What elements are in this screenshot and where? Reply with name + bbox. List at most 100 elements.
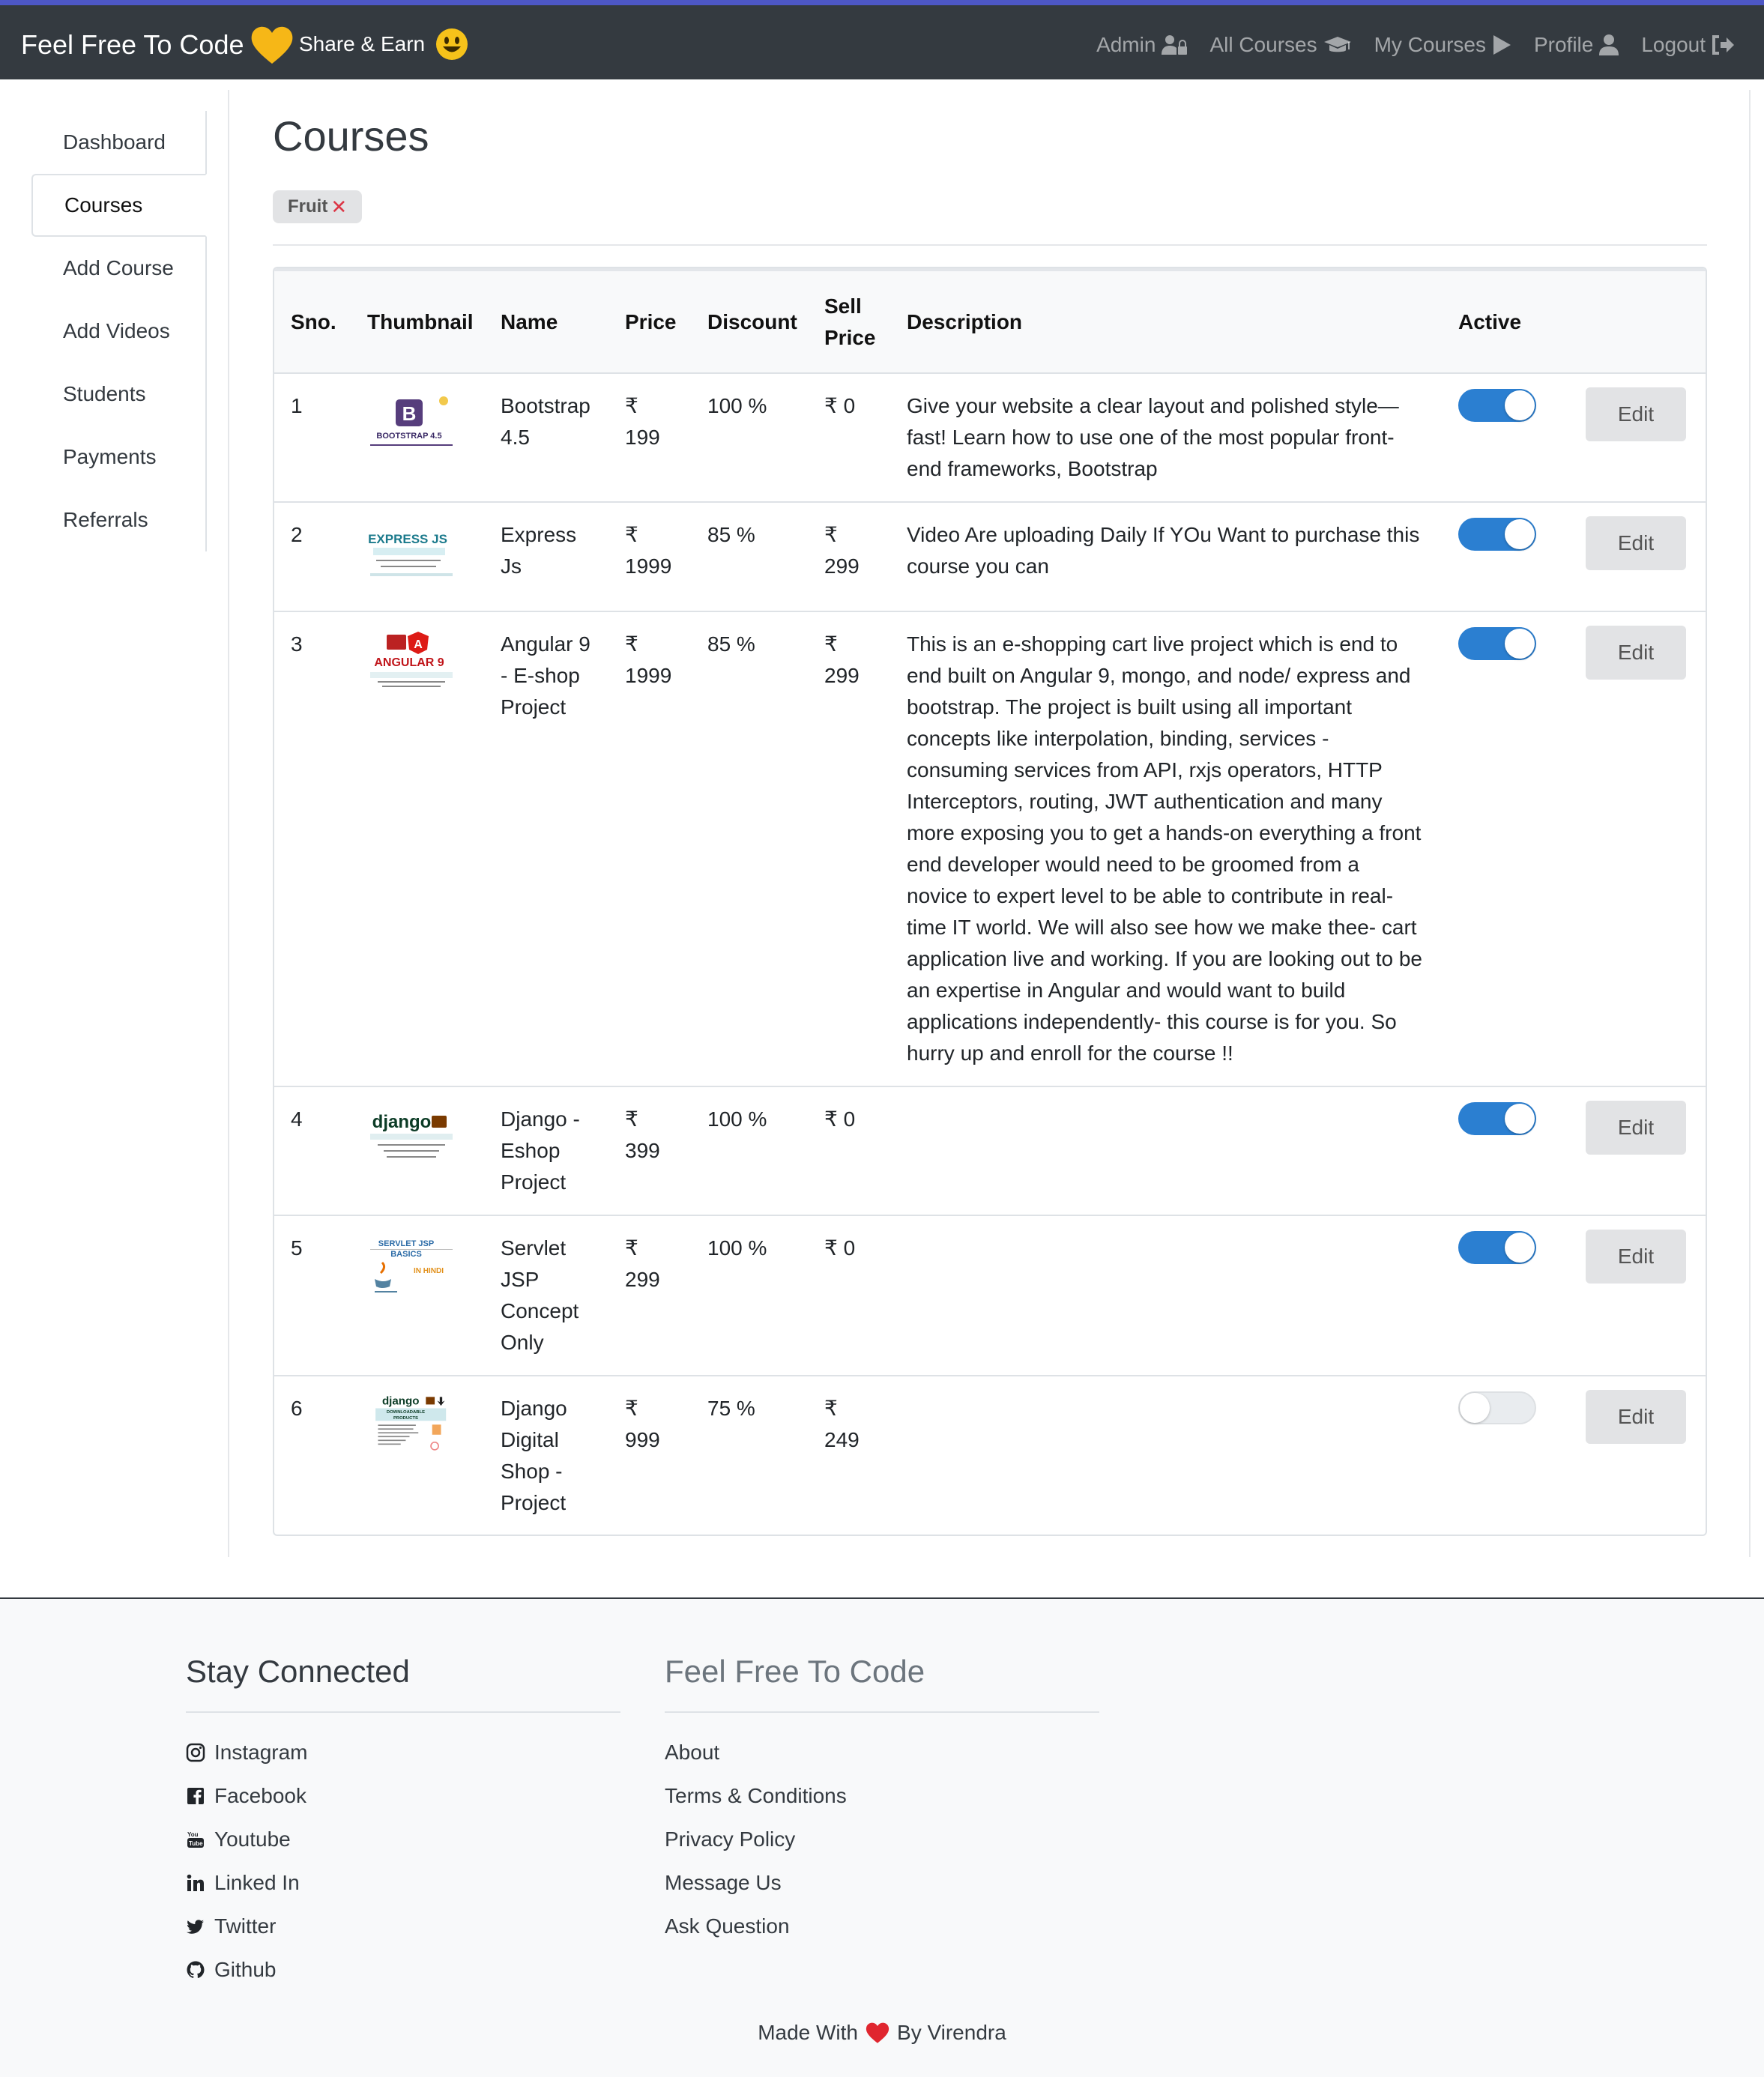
cell-actions: Edit [1569,1215,1706,1376]
sidebar-item-referrals[interactable]: Referrals [31,489,207,551]
brand-link[interactable]: Feel Free To Code [21,25,294,65]
table-row: 3 A ANGULAR 9 Angular 9 - E-shop Project… [274,611,1706,1086]
graduation-cap-icon [1323,37,1351,52]
table-row: 6 django DOWNLOADABLE PRODUCTS Django Di… [274,1375,1706,1535]
nav-all-courses[interactable]: All Courses [1209,29,1351,61]
cell-sell-price: ₹ 0 [808,372,890,502]
brand-name: Feel Free To Code [21,29,244,60]
footer-link-ask-question[interactable]: Ask Question [665,1905,1099,1948]
footer-link-label: Ask Question [665,1914,790,1938]
cell-description: Video Are uploading Daily If YOu Want to… [890,501,1442,611]
col-sno: Sno. [291,309,336,333]
nav-logout[interactable]: Logout [1641,29,1734,61]
sidebar-divider [228,90,229,1557]
cell-actions: Edit [1569,372,1706,502]
svg-text:You: You [187,1831,199,1838]
sidebar-nav: Dashboard Courses Add Course Add Videos … [31,111,207,551]
edit-button[interactable]: Edit [1586,1390,1686,1444]
remove-filter-icon[interactable]: ✕ [330,193,347,222]
cell-active [1442,501,1569,611]
nav-my-courses-label: My Courses [1374,33,1486,56]
cell-thumbnail: django DOWNLOADABLE PRODUCTS [351,1375,484,1535]
footer-link-twitter[interactable]: Twitter [186,1905,620,1948]
active-toggle[interactable] [1458,1231,1536,1264]
sidebar-item-dashboard[interactable]: Dashboard [31,111,207,174]
edit-button[interactable]: Edit [1586,1230,1686,1284]
footer-link-github[interactable]: Github [186,1948,620,1992]
col-discount: Discount [707,309,797,333]
sidebar-item-label: Add Videos [63,319,170,342]
filter-badge[interactable]: Fruit ✕ [273,190,363,223]
sidebar-item-students[interactable]: Students [31,363,207,426]
cell-active [1442,611,1569,1086]
table-row: 1 B BOOTSTRAP 4.5 Bootstrap 4.5 ₹ 199 10… [274,372,1706,502]
cell-sell-price: ₹ 0 [808,1215,890,1376]
footer-link-message[interactable]: Message Us [665,1861,1099,1905]
table-row: 4 django Django - Eshop Project ₹ 399 10… [274,1086,1706,1215]
svg-text:SERVLET JSP: SERVLET JSP [378,1239,434,1248]
cell-discount: 100 % [691,372,808,502]
github-icon [187,1961,205,1979]
col-thumbnail: Thumbnail [367,309,474,333]
cell-actions: Edit [1569,611,1706,1086]
footer-link-linkedin[interactable]: Linked In [186,1861,620,1905]
active-toggle[interactable] [1458,1102,1536,1135]
cell-actions: Edit [1569,501,1706,611]
footer-link-about[interactable]: About [665,1731,1099,1774]
edit-button[interactable]: Edit [1586,1101,1686,1155]
footer-link-youtube[interactable]: You Tube Youtube [186,1818,620,1861]
courses-table: Sno. Thumbnail Name Price Discount Sell … [274,268,1706,1535]
footer-link-facebook[interactable]: Facebook [186,1774,620,1818]
cell-description: This is an e-shopping cart live project … [890,611,1442,1086]
active-toggle[interactable] [1458,389,1536,422]
cell-active [1442,1215,1569,1376]
cell-sno: 4 [274,1086,351,1215]
cell-thumbnail: SERVLET JSP BASICS IN HINDI [351,1215,484,1376]
user-icon [1599,34,1619,55]
heart-icon [866,2022,889,2043]
heart-icon [251,26,292,64]
nav-admin-label: Admin [1096,33,1156,56]
svg-text:django: django [372,1112,432,1132]
footer-link-terms[interactable]: Terms & Conditions [665,1774,1099,1818]
expressjs-thumbnail: EXPRESS JS [364,521,459,584]
share-earn-link[interactable]: Share & Earn [299,28,468,61]
footer-link-privacy[interactable]: Privacy Policy [665,1818,1099,1861]
share-earn-label: Share & Earn [299,32,426,55]
active-toggle[interactable] [1458,627,1536,660]
made-with-credit: Made With By Virendra [0,2017,1764,2049]
table-row: 5 SERVLET JSP BASICS IN HINDI Servlet JS… [274,1215,1706,1376]
cell-name: Django - Eshop Project [484,1086,608,1215]
edit-button[interactable]: Edit [1586,387,1686,441]
footer-link-instagram[interactable]: Instagram [186,1731,620,1774]
cell-thumbnail: B BOOTSTRAP 4.5 [351,372,484,502]
toggle-knob [1505,390,1535,420]
bootstrap-thumbnail: B BOOTSTRAP 4.5 [364,392,459,455]
edit-button[interactable]: Edit [1586,626,1686,680]
divider [273,244,1707,246]
cell-discount: 75 % [691,1375,808,1535]
svg-text:PRODUCTS: PRODUCTS [393,1416,418,1421]
sidebar-item-add-course[interactable]: Add Course [31,237,207,300]
sidebar-item-payments[interactable]: Payments [31,426,207,489]
cell-description: Give your website a clear layout and pol… [890,372,1442,502]
cell-price: ₹ 399 [608,1086,691,1215]
col-price: Price [625,309,677,333]
cell-active [1442,1375,1569,1535]
sidebar-item-courses[interactable]: Courses [31,174,207,237]
toggle-knob [1460,1393,1490,1423]
nav-admin[interactable]: Admin [1096,29,1188,61]
sidebar-item-add-videos[interactable]: Add Videos [31,300,207,363]
footer: Stay Connected Instagram Facebook You Tub… [0,1597,1764,2077]
active-toggle[interactable] [1458,1391,1536,1424]
cell-name: Servlet JSP Concept Only [484,1215,608,1376]
active-toggle[interactable] [1458,518,1536,551]
footer-link-label: Message Us [665,1871,782,1895]
nav-profile[interactable]: Profile [1534,29,1619,61]
edit-button[interactable]: Edit [1586,516,1686,570]
navbar-right-links: Admin All Courses My Courses Profile Log… [1096,29,1734,61]
sidebar-item-label: Payments [63,445,157,468]
cell-sell-price: ₹ 299 [808,501,890,611]
nav-my-courses[interactable]: My Courses [1374,29,1511,61]
cell-price: ₹ 1999 [608,611,691,1086]
